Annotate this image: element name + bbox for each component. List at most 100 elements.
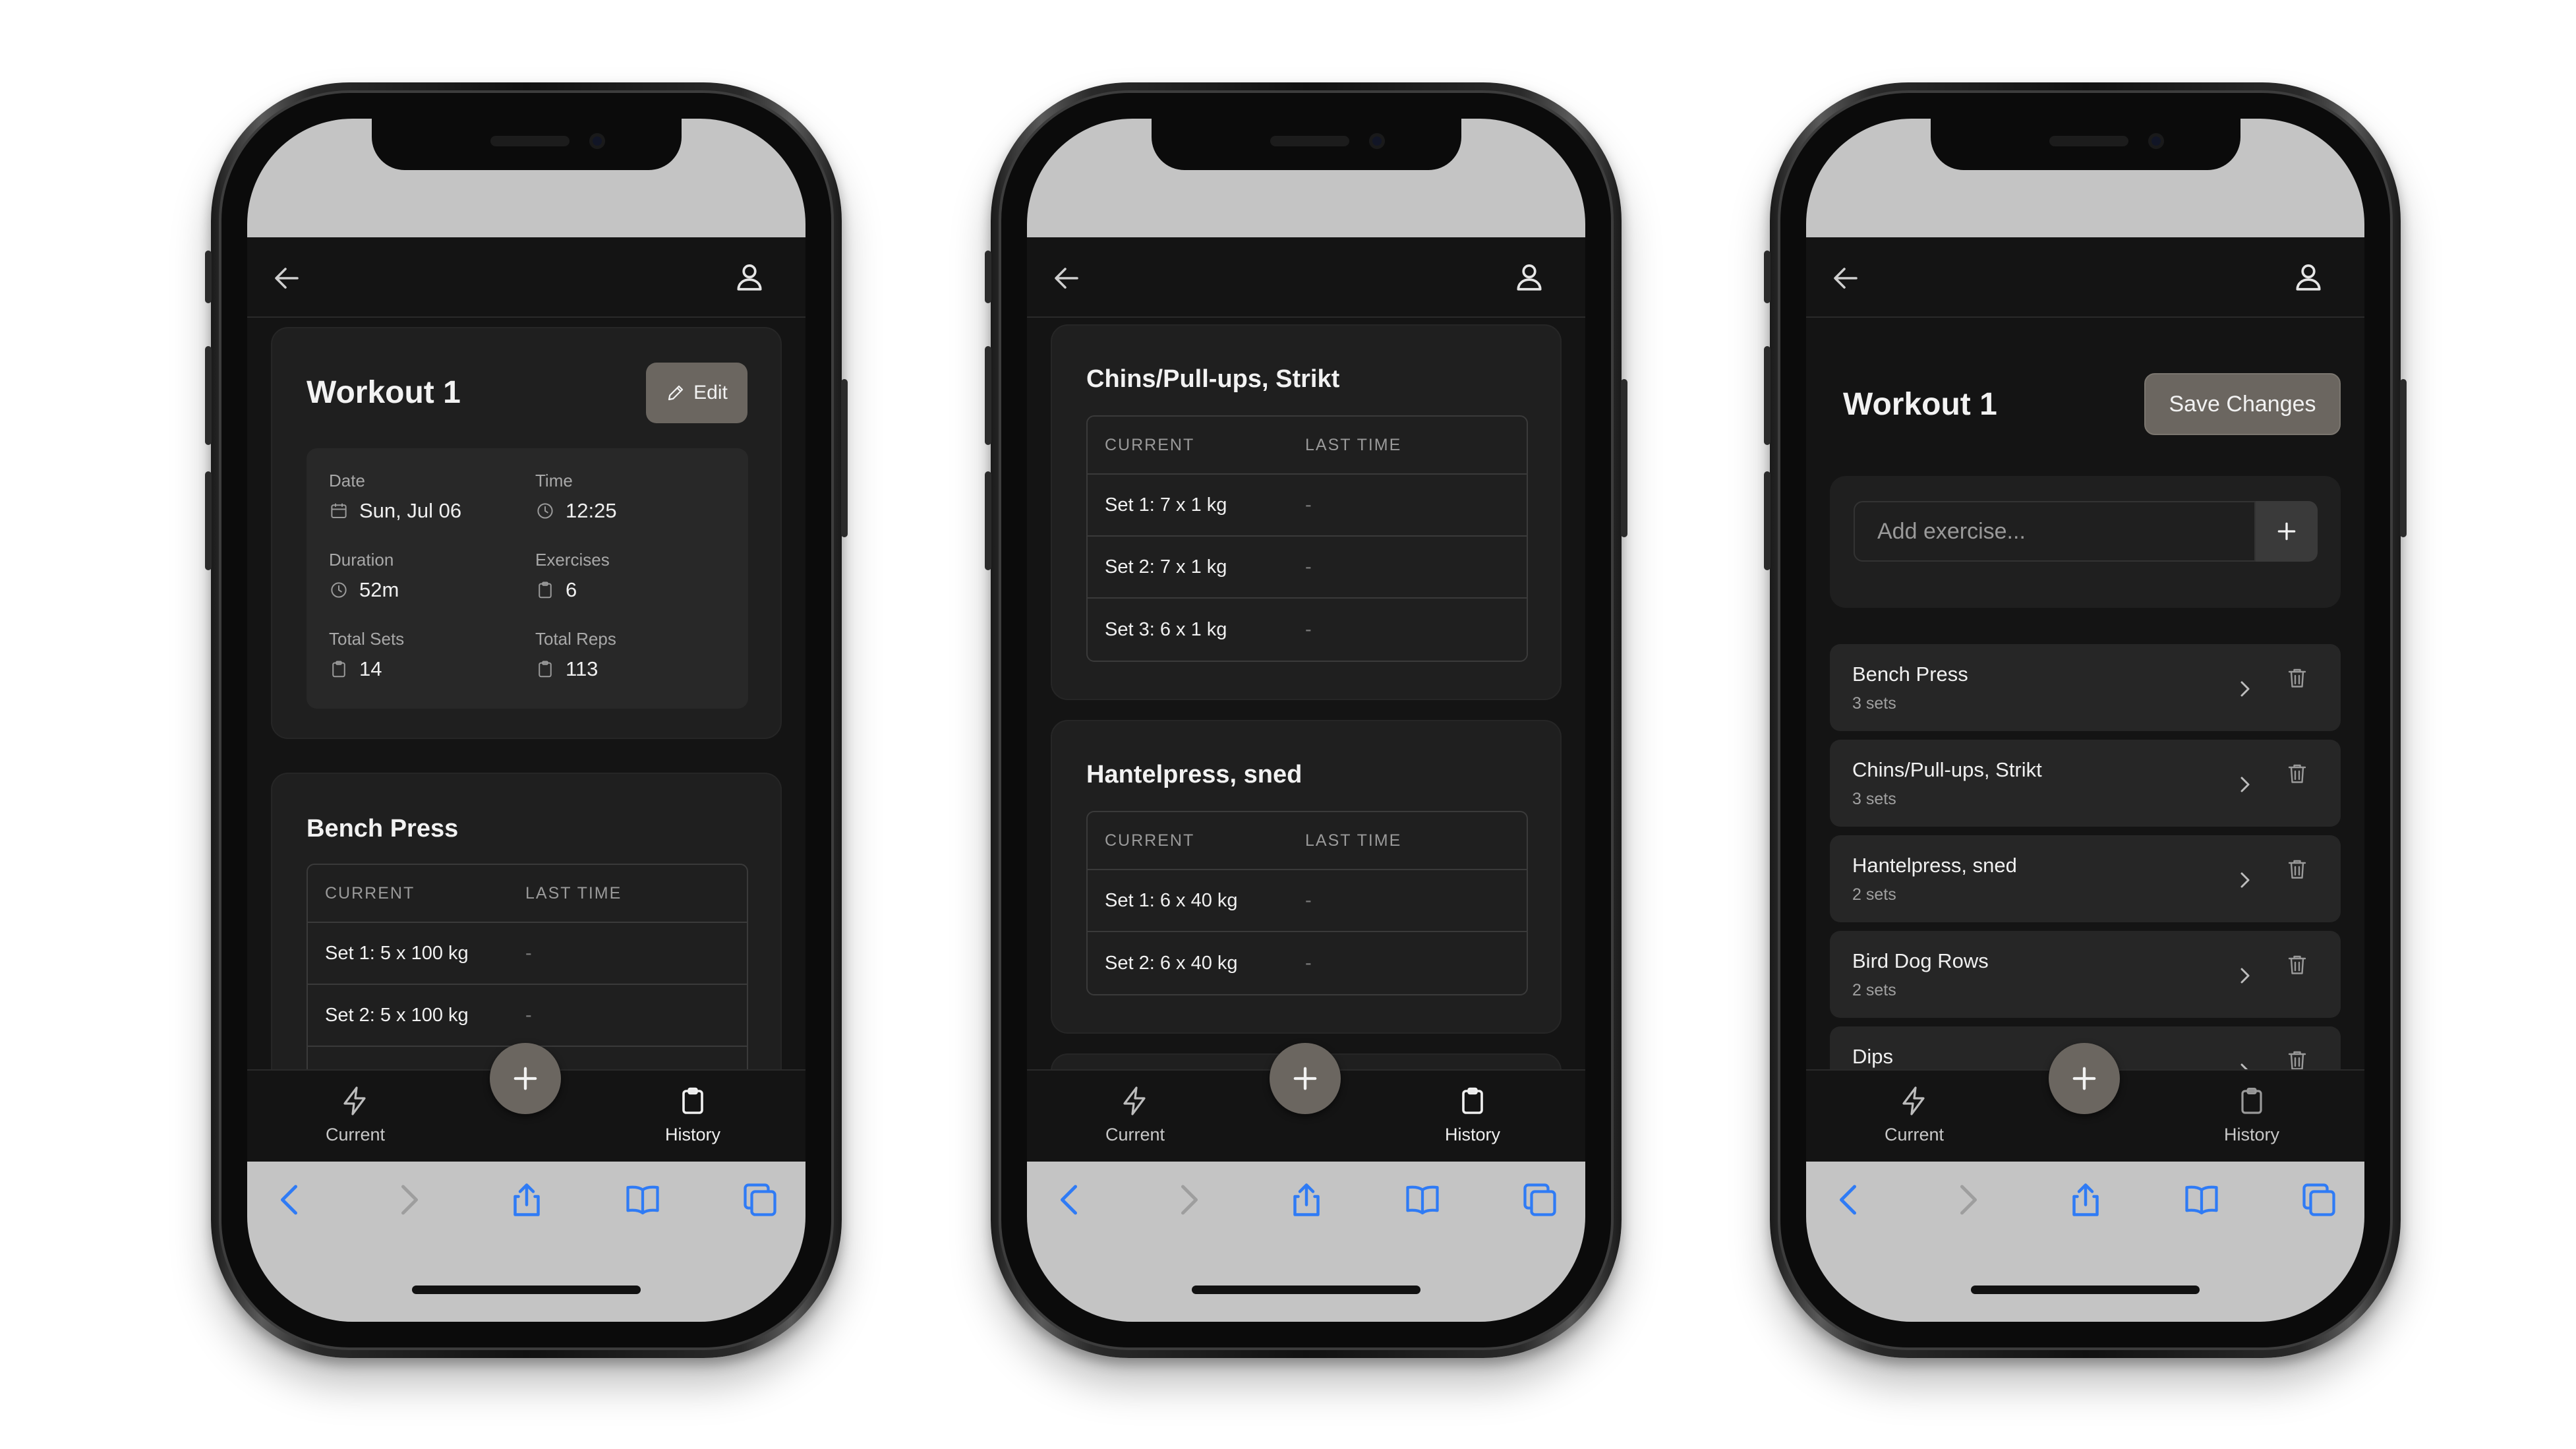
- add-workout-fab[interactable]: [2049, 1043, 2120, 1114]
- trash-icon[interactable]: [2285, 855, 2309, 883]
- clipboard-icon: [535, 659, 555, 679]
- trash-icon[interactable]: [2285, 759, 2309, 787]
- browser-back-icon[interactable]: [1830, 1180, 1869, 1220]
- browser-forward-icon[interactable]: [1168, 1180, 1208, 1220]
- plus-icon: [1288, 1061, 1322, 1096]
- phone-frame-3: Workout 1 Save Changes Add exercise... B…: [1764, 82, 2407, 1358]
- browser-back-icon[interactable]: [1051, 1180, 1090, 1220]
- app-header: [247, 237, 805, 318]
- trash-icon[interactable]: [2285, 951, 2309, 978]
- browser-forward-icon[interactable]: [1947, 1180, 1987, 1220]
- screen-edit-workout: Workout 1 Save Changes Add exercise... B…: [1806, 119, 2364, 1322]
- browser-forward-icon[interactable]: [388, 1180, 428, 1220]
- exercise-card-chins: Chins/Pull-ups, Strikt CURRENT LAST TIME…: [1051, 324, 1562, 700]
- back-arrow-icon[interactable]: [271, 262, 303, 294]
- col-current: CURRENT: [1105, 435, 1195, 454]
- edit-workout-content: Workout 1 Save Changes Add exercise... B…: [1806, 318, 2364, 1069]
- col-current: CURRENT: [325, 883, 415, 902]
- workout-content: Chins/Pull-ups, Strikt CURRENT LAST TIME…: [1027, 318, 1585, 1069]
- col-last-time: LAST TIME: [525, 883, 622, 902]
- save-changes-button[interactable]: Save Changes: [2144, 373, 2341, 435]
- list-item[interactable]: Hantelpress, sned 2 sets: [1830, 835, 2341, 922]
- share-icon[interactable]: [2066, 1180, 2105, 1220]
- nav-history[interactable]: History: [2186, 1085, 2318, 1145]
- back-arrow-icon[interactable]: [1830, 262, 1861, 294]
- workout-stats: Date Sun, Jul 06 Time 12:25 Duration 52m…: [307, 448, 748, 709]
- bottom-nav: Current History: [247, 1043, 805, 1162]
- col-last-time: LAST TIME: [1305, 831, 1402, 850]
- exercise-name: Bench Press: [307, 815, 459, 843]
- chevron-right-icon: [2235, 867, 2255, 893]
- list-item[interactable]: Bird Dog Rows 2 sets: [1830, 931, 2341, 1018]
- share-icon[interactable]: [1287, 1180, 1326, 1220]
- add-exercise-input[interactable]: Add exercise...: [1854, 501, 2256, 562]
- screen-workout-detail: Workout 1 Edit Date Sun, Jul 06 Time 12:…: [247, 119, 805, 1322]
- bookmarks-icon[interactable]: [1403, 1180, 1442, 1220]
- lightning-icon: [1119, 1085, 1151, 1117]
- home-indicator[interactable]: [412, 1286, 641, 1294]
- tabs-icon[interactable]: [740, 1180, 780, 1220]
- browser-toolbar: [247, 1162, 805, 1322]
- bookmarks-icon[interactable]: [2182, 1180, 2221, 1220]
- exercise-card-bench-press: Bench Press CURRENT LAST TIME Set 1: 5 x…: [271, 773, 782, 1069]
- bookmarks-icon[interactable]: [623, 1180, 662, 1220]
- table-row: Set 1: 5 x 100 kg -: [308, 923, 747, 985]
- exercise-name: Chins/Pull-ups, Strikt: [1086, 365, 1340, 393]
- user-icon[interactable]: [1513, 260, 1546, 294]
- app-header: [1027, 237, 1585, 318]
- notch: [1930, 119, 2240, 170]
- chevron-right-icon: [2235, 676, 2255, 702]
- tabs-icon[interactable]: [1520, 1180, 1560, 1220]
- plus-icon: [508, 1061, 542, 1096]
- col-current: CURRENT: [1105, 831, 1195, 850]
- phone-frame-1: Workout 1 Edit Date Sun, Jul 06 Time 12:…: [205, 82, 848, 1358]
- stat-total-sets: Total Sets 14: [329, 629, 405, 680]
- stat-date: Date Sun, Jul 06: [329, 471, 462, 522]
- calendar-icon: [329, 501, 349, 521]
- home-indicator[interactable]: [1971, 1286, 2200, 1294]
- edit-button-label: Edit: [693, 382, 728, 403]
- user-icon[interactable]: [733, 260, 766, 294]
- lightning-icon: [1898, 1085, 1930, 1117]
- table-row: Set 3: 6 x 1 kg -: [1105, 618, 1312, 640]
- browser-back-icon[interactable]: [271, 1180, 310, 1220]
- workout-summary-card: Workout 1 Edit Date Sun, Jul 06 Time 12:…: [271, 327, 782, 739]
- clock-icon: [535, 501, 555, 521]
- user-icon[interactable]: [2292, 260, 2325, 294]
- add-exercise-button[interactable]: [2256, 501, 2318, 562]
- list-item[interactable]: Bench Press 3 sets: [1830, 644, 2341, 731]
- col-last-time: LAST TIME: [1305, 435, 1402, 454]
- browser-toolbar: [1806, 1162, 2364, 1322]
- tabs-icon[interactable]: [2299, 1180, 2339, 1220]
- trash-icon[interactable]: [2285, 664, 2309, 692]
- notch: [371, 119, 682, 170]
- set-table: CURRENT LAST TIME Set 1: 7 x 1 kg - Set …: [1086, 415, 1528, 662]
- nav-history[interactable]: History: [627, 1085, 759, 1145]
- clipboard-icon: [329, 659, 349, 679]
- clipboard-icon: [677, 1085, 709, 1117]
- add-workout-fab[interactable]: [490, 1043, 561, 1114]
- nav-current[interactable]: Current: [1848, 1085, 1980, 1145]
- home-indicator[interactable]: [1192, 1286, 1420, 1294]
- back-arrow-icon[interactable]: [1051, 262, 1082, 294]
- nav-current[interactable]: Current: [289, 1085, 421, 1145]
- share-icon[interactable]: [507, 1180, 546, 1220]
- clipboard-icon: [2236, 1085, 2268, 1117]
- list-item[interactable]: Chins/Pull-ups, Strikt 3 sets: [1830, 740, 2341, 827]
- exercise-card-hantelpress: Hantelpress, sned CURRENT LAST TIME Set …: [1051, 720, 1562, 1034]
- table-row: Set 2: 5 x 100 kg -: [308, 985, 747, 1047]
- table-row: Set 2: 7 x 1 kg -: [1088, 537, 1527, 599]
- bottom-nav: Current History: [1027, 1043, 1585, 1162]
- screen-workout-exercises: Chins/Pull-ups, Strikt CURRENT LAST TIME…: [1027, 119, 1585, 1322]
- workout-content: Workout 1 Edit Date Sun, Jul 06 Time 12:…: [247, 318, 805, 1069]
- clipboard-icon: [535, 580, 555, 600]
- lightning-icon: [339, 1085, 371, 1117]
- table-row: Set 1: 6 x 40 kg -: [1088, 870, 1527, 932]
- edit-button[interactable]: Edit: [646, 363, 747, 423]
- nav-current[interactable]: Current: [1069, 1085, 1201, 1145]
- nav-history[interactable]: History: [1407, 1085, 1538, 1145]
- browser-toolbar: [1027, 1162, 1585, 1322]
- chevron-right-icon: [2235, 962, 2255, 989]
- trash-icon[interactable]: [2285, 1046, 2309, 1069]
- add-workout-fab[interactable]: [1270, 1043, 1341, 1114]
